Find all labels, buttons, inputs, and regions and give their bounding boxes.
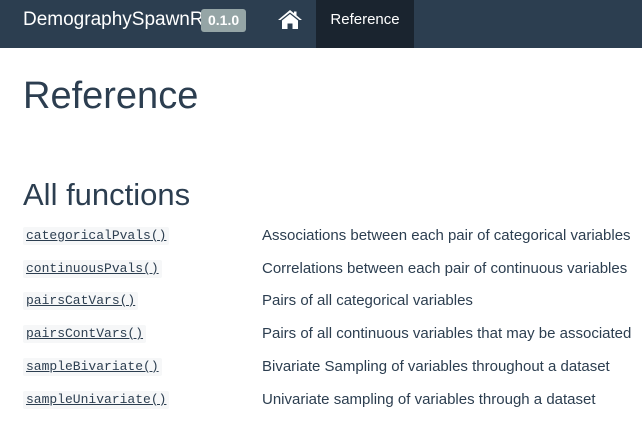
function-row: categoricalPvals() Associations between … <box>23 225 633 247</box>
function-description: Bivariate Sampling of variables througho… <box>262 358 610 375</box>
function-description: Univariate sampling of variables through… <box>262 391 596 408</box>
function-row: continuousPvals() Correlations between e… <box>23 258 633 280</box>
function-link[interactable]: pairsContVars() <box>23 325 147 343</box>
function-link[interactable]: continuousPvals() <box>23 260 162 278</box>
section-title: All functions <box>23 177 191 212</box>
nav-reference-tab[interactable]: Reference <box>316 0 414 48</box>
home-icon[interactable] <box>277 9 303 30</box>
function-row: pairsContVars() Pairs of all continuous … <box>23 323 633 345</box>
function-description: Pairs of all categorical variables <box>262 292 473 309</box>
page-title: Reference <box>23 75 199 117</box>
function-row: sampleUnivariate() Univariate sampling o… <box>23 389 633 411</box>
function-description: Associations between each pair of catego… <box>262 227 631 244</box>
function-link[interactable]: pairsCatVars() <box>23 292 139 310</box>
function-row: sampleBivariate() Bivariate Sampling of … <box>23 356 633 378</box>
function-description: Correlations between each pair of contin… <box>262 260 628 277</box>
version-badge: 0.1.0 <box>201 9 247 32</box>
function-link[interactable]: sampleBivariate() <box>23 358 162 376</box>
navbar: DemographySpawnR 0.1.0 Reference <box>0 0 642 48</box>
function-row: pairsCatVars() Pairs of all categorical … <box>23 290 633 312</box>
brand-link[interactable]: DemographySpawnR <box>23 9 204 31</box>
function-description: Pairs of all continuous variables that m… <box>262 325 632 342</box>
function-link[interactable]: categoricalPvals() <box>23 227 170 245</box>
function-link[interactable]: sampleUnivariate() <box>23 391 170 409</box>
